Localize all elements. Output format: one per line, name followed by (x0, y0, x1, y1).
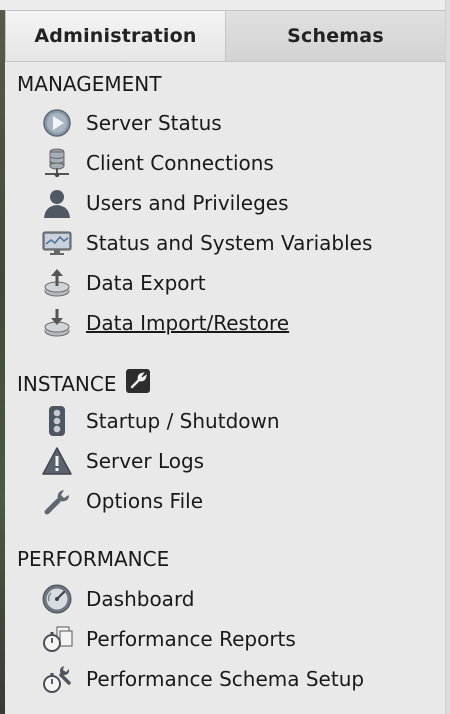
nav-item-label: Performance Reports (86, 627, 296, 651)
section-performance: PERFORMANCE (17, 547, 169, 571)
nav-item-label: Status and System Variables (86, 231, 373, 255)
section-instance: INSTANCE (17, 369, 151, 398)
section-title-management: MANAGEMENT (17, 72, 162, 96)
nav-item-label: Options File (86, 489, 203, 513)
monitor-graph-icon (40, 226, 74, 260)
play-circle-icon (40, 106, 74, 140)
database-network-icon (40, 146, 74, 180)
nav-item-label: Performance Schema Setup (86, 667, 365, 691)
nav-item-label: Data Import/Restore (86, 311, 290, 335)
nav-item-status-and-system-variables[interactable]: Status and System Variables (40, 225, 372, 261)
nav-item-dashboard[interactable]: Dashboard (40, 581, 195, 617)
stopwatch-wrench-icon (40, 662, 74, 696)
nav-item-client-connections[interactable]: Client Connections (40, 145, 274, 181)
nav-item-label: Client Connections (86, 151, 274, 175)
nav-item-label: Server Status (86, 111, 222, 135)
wrench-badge-icon[interactable] (126, 369, 151, 398)
tab-administration[interactable]: Administration (5, 11, 226, 61)
sidebar-tabs: Administration Schemas (5, 10, 445, 62)
section-management: MANAGEMENT (17, 72, 161, 96)
window-background-edge (0, 0, 5, 714)
nav-item-data-export[interactable]: Data Export (40, 265, 206, 301)
nav-item-data-import-restore[interactable]: Data Import/Restore (40, 305, 289, 341)
top-edge (0, 0, 450, 10)
nav-item-performance-reports[interactable]: Performance Reports (40, 621, 296, 657)
export-upload-icon (40, 266, 74, 300)
nav-item-startup-shutdown[interactable]: Startup / Shutdown (40, 403, 280, 439)
nav-item-options-file[interactable]: Options File (40, 483, 203, 519)
nav-item-server-status[interactable]: Server Status (40, 105, 222, 141)
nav-item-server-logs[interactable]: Server Logs (40, 443, 204, 479)
nav-item-label: Users and Privileges (86, 191, 289, 215)
section-title-performance: PERFORMANCE (17, 547, 170, 571)
nav-item-performance-schema-setup[interactable]: Performance Schema Setup (40, 661, 364, 697)
traffic-light-icon (40, 404, 74, 438)
nav-item-label: Dashboard (86, 587, 195, 611)
nav-item-label: Data Export (86, 271, 206, 295)
nav-item-label: Server Logs (86, 449, 205, 473)
stopwatch-reports-icon (40, 622, 74, 656)
user-silhouette-icon (40, 186, 74, 220)
nav-item-users-and-privileges[interactable]: Users and Privileges (40, 185, 289, 221)
speedometer-icon (40, 582, 74, 616)
nav-item-label: Startup / Shutdown (86, 409, 280, 433)
panel-scroll-edge (445, 0, 450, 714)
section-title-instance: INSTANCE (17, 371, 117, 396)
wrench-icon (40, 484, 74, 518)
warning-triangle-icon (40, 444, 74, 478)
import-download-icon (40, 306, 74, 340)
tab-schemas[interactable]: Schemas (226, 11, 445, 61)
